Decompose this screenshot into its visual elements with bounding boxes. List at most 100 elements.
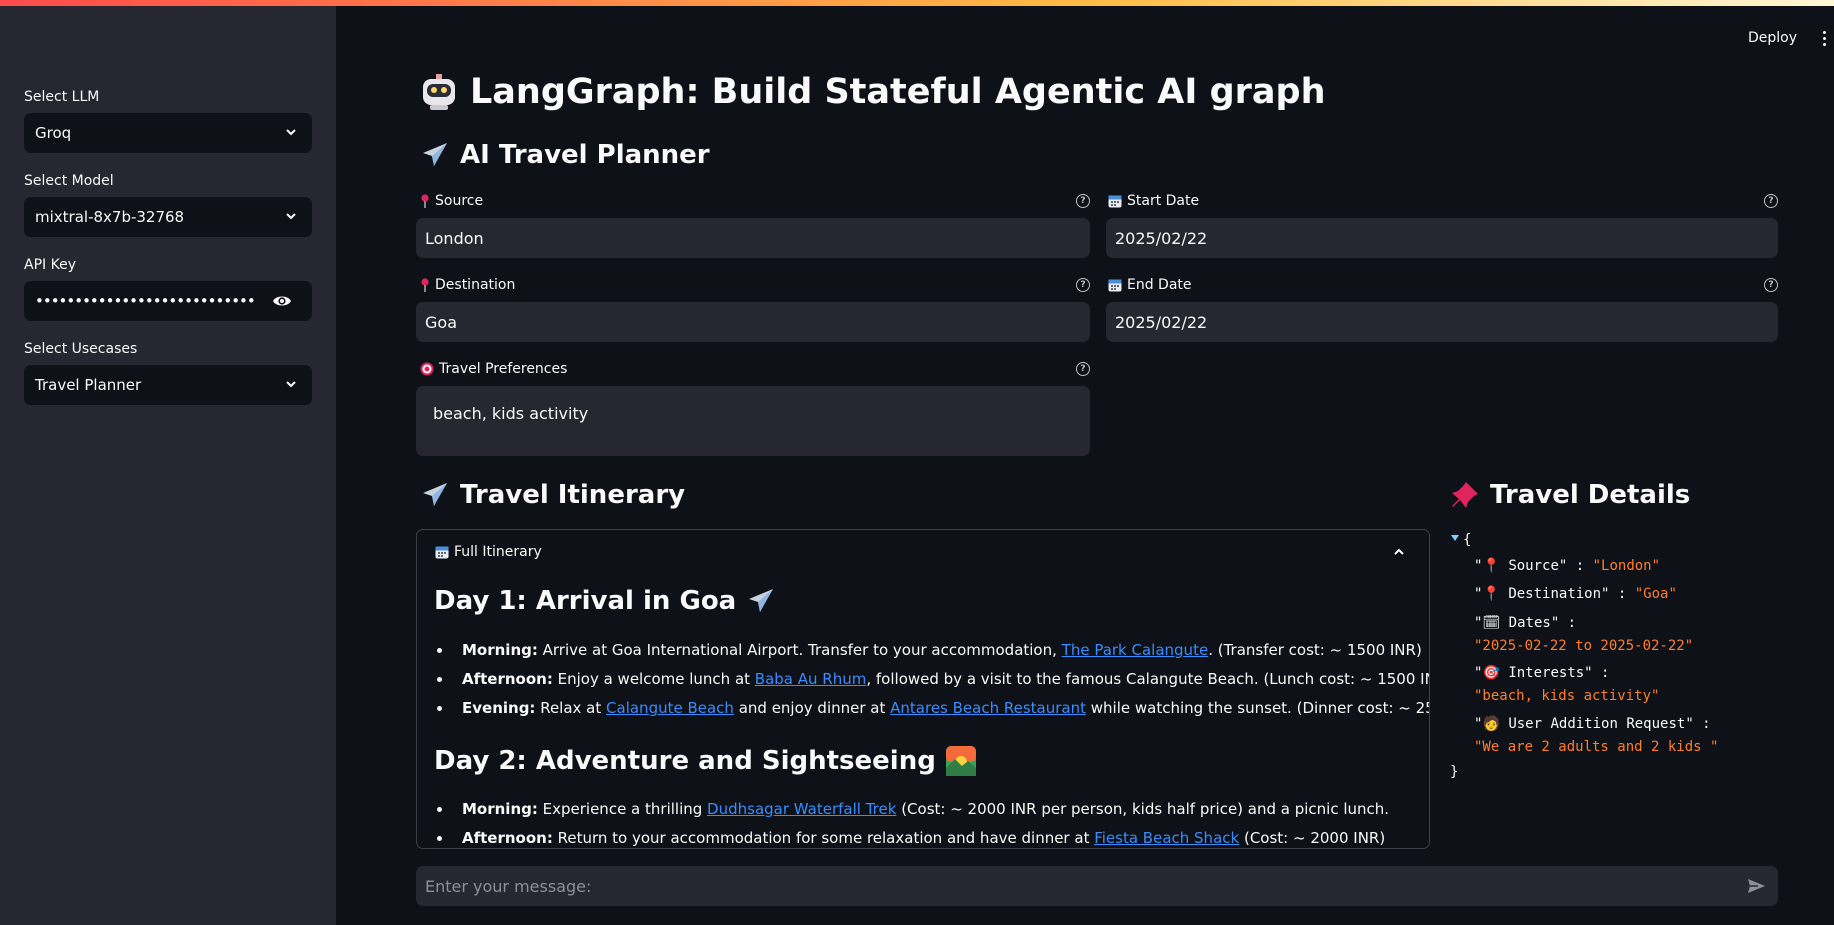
destination-input[interactable]: Goa: [416, 302, 1090, 342]
select-llm-dropdown[interactable]: Groq: [24, 113, 312, 153]
destination-label: Destination: [420, 277, 515, 293]
item-text: and enjoy dinner at: [733, 699, 891, 717]
select-usecase-dropdown[interactable]: Travel Planner: [24, 365, 312, 405]
item-text: Enjoy a welcome lunch at: [552, 670, 755, 688]
item-text: while watching the sunset. (Dinner cost:…: [1090, 699, 1429, 717]
json-value: "Goa": [1634, 586, 1677, 602]
expander-label: Full Itinerary: [454, 544, 542, 560]
robot-icon: [423, 74, 455, 110]
top-decoration-bar: [0, 0, 1834, 6]
chat-placeholder: Enter your message:: [425, 876, 592, 896]
send-icon[interactable]: [1746, 876, 1766, 896]
list-item: Morning: Arrive at Goa International Air…: [434, 640, 1429, 669]
page-title: LangGraph: Build Stateful Agentic AI gra…: [420, 72, 1325, 112]
chat-input[interactable]: Enter your message:: [416, 866, 1778, 906]
api-key-label: API Key: [24, 257, 76, 273]
deploy-button[interactable]: Deploy: [1748, 30, 1797, 46]
preferences-textarea[interactable]: beach, kids activity: [416, 386, 1090, 456]
json-key: Interests: [1508, 665, 1585, 681]
help-icon[interactable]: ?: [1764, 194, 1778, 208]
list-item: Afternoon: Return to your accommodation …: [434, 828, 1389, 848]
time-label: Afternoon:: [462, 829, 553, 847]
collapse-triangle-icon[interactable]: [1450, 534, 1460, 542]
help-icon[interactable]: ?: [1076, 362, 1090, 376]
json-open-brace: {: [1463, 532, 1472, 548]
day1-heading-text: Day 1: Arrival in Goa: [434, 586, 737, 616]
day2-heading: Day 2: Adventure and Sightseeing: [434, 746, 976, 776]
json-key: Source: [1508, 558, 1559, 574]
help-icon[interactable]: ?: [1764, 278, 1778, 292]
place-link[interactable]: Antares Beach Restaurant: [890, 699, 1086, 717]
calendar-icon: 🗓: [1482, 615, 1501, 631]
place-link[interactable]: Baba Au Rhum: [755, 670, 867, 688]
select-llm-value: Groq: [35, 124, 72, 142]
pushpin-icon: [1452, 482, 1478, 508]
api-key-input[interactable]: ••••••••••••••••••••••••••••••••••••••••…: [24, 281, 312, 321]
list-item: Evening: Relax at Calangute Beach and en…: [434, 698, 1429, 727]
item-text: Relax at: [535, 699, 607, 717]
details-heading: Travel Details: [1450, 480, 1690, 510]
item-text: Arrive at Goa International Airport. Tra…: [537, 641, 1062, 659]
place-link[interactable]: Fiesta Beach Shack: [1094, 829, 1239, 847]
item-text: Return to your accommodation for some re…: [552, 829, 1095, 847]
airplane-icon: [423, 143, 447, 166]
json-key: User Addition Request: [1508, 716, 1686, 732]
planner-heading-text: AI Travel Planner: [460, 140, 710, 170]
time-label: Afternoon:: [462, 670, 553, 688]
chevron-down-icon: [286, 213, 296, 220]
place-link[interactable]: The Park Calangute: [1062, 641, 1209, 659]
time-label: Morning:: [462, 641, 538, 659]
main-menu-icon[interactable]: [1821, 31, 1827, 47]
itinerary-heading-text: Travel Itinerary: [460, 480, 686, 510]
planner-heading: AI Travel Planner: [420, 140, 710, 170]
source-label-text: Source: [435, 193, 484, 209]
item-text: , followed by a visit to the famous Cala…: [866, 670, 1430, 688]
json-key: Dates: [1508, 615, 1551, 631]
airplane-icon: [423, 483, 447, 506]
day2-list: Morning: Experience a thrilling Dudhsaga…: [434, 799, 1389, 848]
chevron-up-icon[interactable]: [1393, 546, 1405, 558]
end-date-input[interactable]: 2025/02/22: [1106, 302, 1778, 342]
preferences-label-text: Travel Preferences: [439, 361, 568, 377]
expander-header[interactable]: Full Itinerary: [435, 544, 542, 560]
pin-icon: [420, 278, 430, 292]
list-item: Morning: Experience a thrilling Dudhsaga…: [434, 799, 1389, 828]
target-icon: 🎯: [1482, 665, 1500, 681]
chevron-down-icon: [286, 381, 296, 388]
calendar-icon: [1108, 194, 1122, 208]
select-model-value: mixtral-8x7b-32768: [35, 208, 185, 226]
source-input[interactable]: London: [416, 218, 1090, 258]
help-icon[interactable]: ?: [1076, 278, 1090, 292]
json-interests-row: "🎯 Interests" :: [1474, 665, 1610, 681]
select-usecase-value: Travel Planner: [35, 376, 142, 394]
place-link[interactable]: Dudhsagar Waterfall Trek: [707, 800, 896, 818]
json-value: "beach, kids activity": [1474, 688, 1660, 704]
place-link[interactable]: Calangute Beach: [606, 699, 734, 717]
end-date-label: End Date: [1108, 277, 1192, 293]
item-text: (Cost: ~ 2000 INR): [1239, 829, 1386, 847]
time-label: Morning:: [462, 800, 538, 818]
item-text: . (Transfer cost: ~ 1500 INR): [1208, 641, 1422, 659]
start-date-input[interactable]: 2025/02/22: [1106, 218, 1778, 258]
help-icon[interactable]: ?: [1076, 194, 1090, 208]
start-date-label: Start Date: [1108, 193, 1199, 209]
select-model-label: Select Model: [24, 173, 114, 189]
json-value: "2025-02-22 to 2025-02-22": [1474, 638, 1694, 654]
sidebar: Select LLM Groq Select Model mixtral-8x7…: [0, 0, 336, 925]
eye-icon[interactable]: [272, 292, 292, 310]
pin-icon: 📍: [1482, 558, 1500, 574]
sunrise-icon: [945, 746, 976, 776]
pin-icon: 📍: [1482, 586, 1500, 602]
item-text: Experience a thrilling: [537, 800, 708, 818]
itinerary-heading: Travel Itinerary: [420, 480, 685, 510]
select-usecase-label: Select Usecases: [24, 341, 138, 357]
json-source-row: "📍 Source" : "London": [1474, 558, 1661, 574]
json-value: "We are 2 adults and 2 kids ": [1474, 739, 1719, 755]
item-text: (Cost: ~ 2000 INR per person, kids half …: [896, 800, 1390, 818]
target-icon: [420, 362, 434, 376]
select-model-dropdown[interactable]: mixtral-8x7b-32768: [24, 197, 312, 237]
list-item: Afternoon: Enjoy a welcome lunch at Baba…: [434, 669, 1430, 698]
select-llm-label: Select LLM: [24, 89, 100, 105]
person-icon: 🧑: [1482, 716, 1500, 732]
source-label: Source: [420, 193, 483, 209]
